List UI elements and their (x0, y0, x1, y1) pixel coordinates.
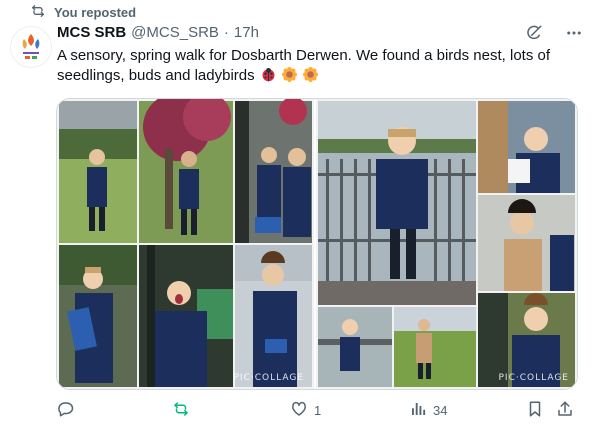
tweet-header: MCS SRB @MCS_SRB · 17h (57, 24, 259, 41)
tweet-actions: 1 34 (56, 400, 576, 424)
views-button[interactable]: 34 (409, 400, 447, 421)
share-button[interactable] (556, 400, 574, 421)
separator-dot: · (223, 24, 229, 41)
bookmark-icon (526, 400, 544, 421)
views-count: 34 (433, 403, 448, 418)
repost-indicator: You reposted (30, 4, 136, 20)
tweet-text: A sensory, spring walk for Dosbarth Derw… (57, 46, 577, 86)
author-handle[interactable]: @MCS_SRB (131, 24, 219, 41)
repost-button[interactable] (172, 400, 196, 421)
like-button[interactable]: 1 (290, 400, 321, 421)
bookmark-button[interactable] (526, 400, 544, 421)
top-actions (525, 24, 583, 47)
sunflower-emoji (281, 67, 297, 82)
grok-icon[interactable] (525, 24, 543, 47)
tweet-media[interactable]: PIC·COLLAGE PIC·COLLAGE (56, 98, 578, 390)
views-icon (409, 400, 427, 421)
timestamp[interactable]: 17h (234, 24, 259, 41)
avatar[interactable] (10, 26, 52, 68)
repost-icon (30, 3, 46, 22)
ladybug-emoji (261, 67, 276, 82)
share-icon (556, 400, 574, 421)
sunflower-emoji (303, 67, 319, 82)
heart-icon (290, 400, 308, 421)
repost-active-icon (172, 400, 190, 421)
collage-watermark-left: PIC·COLLAGE (233, 373, 304, 383)
collage-image-left[interactable]: PIC·COLLAGE (57, 99, 314, 389)
author-name[interactable]: MCS SRB (57, 24, 126, 41)
like-count: 1 (314, 403, 322, 418)
more-options-icon[interactable] (565, 24, 583, 47)
collage-watermark-right: PIC·COLLAGE (498, 373, 569, 383)
reply-icon (56, 400, 74, 421)
collage-image-right[interactable]: PIC·COLLAGE (316, 99, 577, 389)
repost-label: You reposted (54, 4, 137, 20)
reply-button[interactable] (56, 400, 80, 421)
